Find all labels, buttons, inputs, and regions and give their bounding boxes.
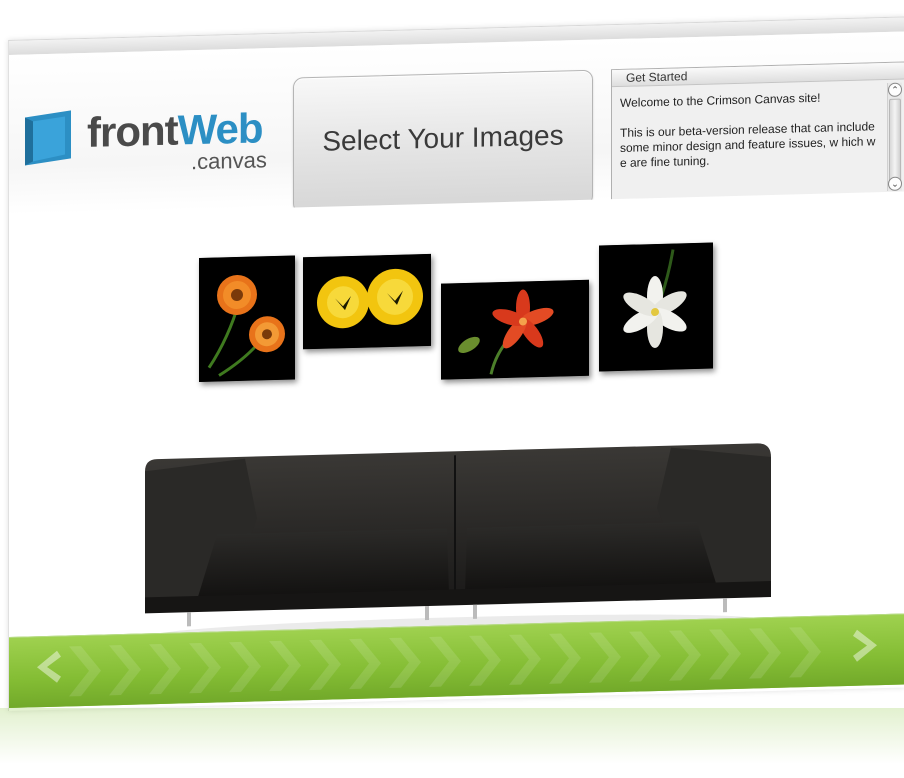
select-images-button[interactable]: Select Your Images: [293, 69, 593, 214]
orange-flower-image: [199, 255, 295, 382]
gallery-frame-3[interactable]: [441, 279, 589, 380]
logo-subtitle: .canvas: [191, 147, 267, 175]
panel-title: Get Started: [612, 62, 904, 88]
logo-web-text: Web: [177, 104, 263, 154]
panel-scrollbar[interactable]: ⌃ ⌄: [887, 82, 902, 191]
app-frame: frontWeb .canvas Select Your Images Get …: [8, 16, 904, 711]
gallery-frame-2[interactable]: [303, 253, 431, 350]
chevron-left-icon[interactable]: [29, 646, 69, 687]
canvas-logo-icon: [25, 110, 71, 166]
beta-notice-text: This is our beta-version release that ca…: [620, 119, 876, 170]
gallery-frame-4[interactable]: [599, 242, 713, 372]
scroll-thumb[interactable]: [889, 98, 901, 189]
floor-reflection: [0, 708, 904, 778]
chevron-right-icon[interactable]: [845, 625, 885, 666]
header: frontWeb .canvas Select Your Images Get …: [9, 31, 904, 215]
scroll-up-icon[interactable]: ⌃: [888, 82, 902, 97]
logo[interactable]: frontWeb .canvas: [21, 103, 281, 190]
gallery-frame-1[interactable]: [199, 255, 295, 382]
get-started-panel: Get Started Welcome to the Crimson Canva…: [611, 61, 904, 204]
panel-body: Welcome to the Crimson Canvas site! This…: [620, 89, 882, 186]
white-lily-image: [599, 242, 713, 372]
red-lily-image: [441, 279, 589, 380]
logo-front-text: front: [87, 106, 178, 156]
select-images-label: Select Your Images: [322, 119, 564, 157]
welcome-text: Welcome to the Crimson Canvas site!: [620, 90, 821, 110]
room-scene: [9, 191, 904, 640]
scroll-down-icon[interactable]: ⌄: [888, 176, 902, 191]
yellow-flower-image: [303, 253, 431, 350]
